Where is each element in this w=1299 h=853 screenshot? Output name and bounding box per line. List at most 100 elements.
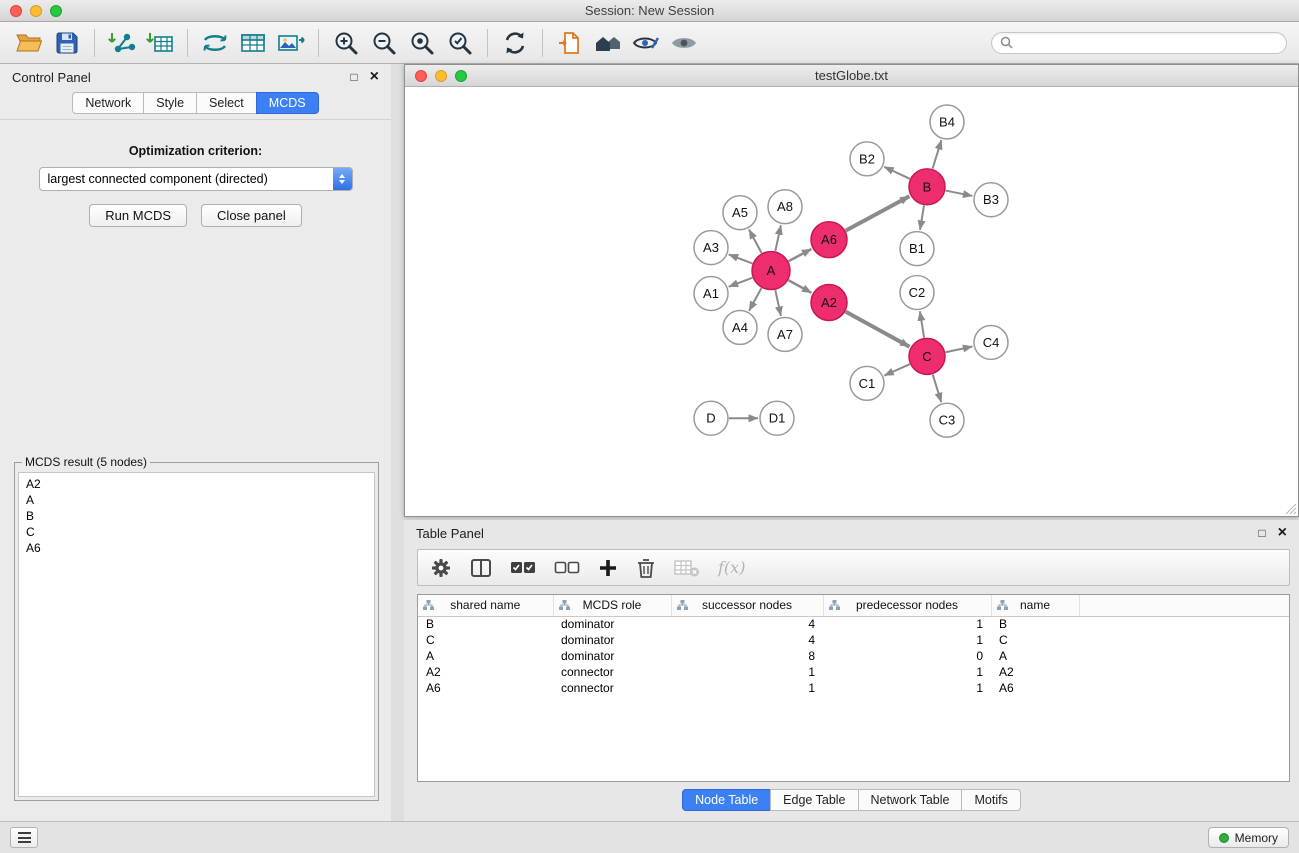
home-button[interactable] [589,26,627,60]
table-cell[interactable]: 4 [671,616,823,632]
run-mcds-button[interactable]: Run MCDS [89,204,187,227]
graph-node-B3[interactable]: B3 [974,183,1008,217]
mcds-result-list[interactable]: A2ABCA6 [18,472,375,797]
close-network-window-button[interactable] [415,70,427,82]
zoom-fit-button[interactable] [403,26,441,60]
table-row[interactable]: A6connector11A6 [418,680,1289,696]
graph-node-C3[interactable]: C3 [930,403,964,437]
show-details-button[interactable] [627,26,665,60]
search-field[interactable] [991,32,1287,54]
table-cell[interactable]: connector [553,664,671,680]
table-cell[interactable]: A2 [418,664,553,680]
search-input[interactable] [1018,36,1278,50]
graph-edge-A6-B[interactable] [846,196,910,230]
graph-node-A7[interactable]: A7 [768,317,802,351]
tab-node-table[interactable]: Node Table [682,789,771,811]
graph-node-C4[interactable]: C4 [974,325,1008,359]
graph-node-A5[interactable]: A5 [723,196,757,230]
tab-select[interactable]: Select [196,92,257,114]
column-header-successor-nodes[interactable]: successor nodes [671,595,823,616]
graph-edge-A-A3[interactable] [729,254,753,263]
open-session-button[interactable] [10,26,48,60]
table-cell[interactable]: A [991,648,1079,664]
zoom-selected-button[interactable] [441,26,479,60]
column-header-shared-name[interactable]: shared name [418,595,553,616]
tab-network[interactable]: Network [72,92,144,114]
delete-table-button[interactable] [674,558,700,578]
table-cell[interactable]: dominator [553,616,671,632]
graph-node-A6[interactable]: A6 [811,222,847,258]
minimize-window-button[interactable] [30,5,42,17]
table-row[interactable]: Adominator80A [418,648,1289,664]
table-cell[interactable]: 1 [823,664,991,680]
mcds-result-item[interactable]: C [19,524,374,540]
graph-node-A8[interactable]: A8 [768,190,802,224]
mcds-result-item[interactable]: A [19,492,374,508]
close-panel-icon[interactable]: × [370,69,379,85]
table-cell[interactable]: B [991,616,1079,632]
new-table-button[interactable] [234,26,272,60]
graph-edge-A2-C[interactable] [846,312,910,347]
table-row[interactable]: Bdominator41B [418,616,1289,632]
graph-edge-A-A1[interactable] [729,278,753,287]
new-network-button[interactable] [196,26,234,60]
table-row[interactable]: A2connector11A2 [418,664,1289,680]
graph-edge-B-B1[interactable] [920,206,924,230]
graph-node-B2[interactable]: B2 [850,142,884,176]
zoom-network-window-button[interactable] [455,70,467,82]
table-cell[interactable]: B [418,616,553,632]
mcds-result-item[interactable]: A2 [19,476,374,492]
column-header-mcds-role[interactable]: MCDS role [553,595,671,616]
zoom-window-button[interactable] [50,5,62,17]
graph-edge-B-B4[interactable] [933,140,942,169]
optimization-criterion-select[interactable]: largest connected component (directed) [39,167,353,191]
graph-node-B[interactable]: B [909,169,945,205]
deselect-all-button[interactable] [554,558,580,578]
hide-details-button[interactable] [665,26,703,60]
table-cell[interactable]: 1 [671,664,823,680]
table-cell[interactable]: dominator [553,632,671,648]
column-header-predecessor-nodes[interactable]: predecessor nodes [823,595,991,616]
zoom-in-button[interactable] [327,26,365,60]
show-columns-button[interactable] [470,558,492,578]
graph-node-A2[interactable]: A2 [811,285,847,321]
graph-node-A3[interactable]: A3 [694,231,728,265]
graph-edge-B-B2[interactable] [884,167,910,179]
export-image-button[interactable] [272,26,310,60]
graph-edge-A-A4[interactable] [749,288,761,311]
table-cell[interactable]: 1 [671,680,823,696]
table-cell[interactable]: 1 [823,616,991,632]
tab-edge-table[interactable]: Edge Table [770,789,858,811]
network-graph[interactable]: B4B2BB3A5A8A6B1A3AC2A1A2A4A7C4CC1C3DD1 [405,88,1298,516]
graph-node-B1[interactable]: B1 [900,232,934,266]
column-header-name[interactable]: name [991,595,1079,616]
table-row[interactable]: Cdominator41C [418,632,1289,648]
zoom-out-button[interactable] [365,26,403,60]
graph-node-A1[interactable]: A1 [694,277,728,311]
network-canvas[interactable]: B4B2BB3A5A8A6B1A3AC2A1A2A4A7C4CC1C3DD1 [405,88,1298,516]
float-panel-icon[interactable]: □ [350,71,357,83]
save-session-button[interactable] [48,26,86,60]
minimize-network-window-button[interactable] [435,70,447,82]
graph-node-C1[interactable]: C1 [850,366,884,400]
graph-node-B4[interactable]: B4 [930,105,964,139]
graph-edge-C-C3[interactable] [933,374,942,402]
graph-node-C2[interactable]: C2 [900,276,934,310]
graph-edge-C-C2[interactable] [920,311,924,337]
graph-node-A[interactable]: A [752,252,790,290]
float-table-panel-icon[interactable]: □ [1258,527,1265,539]
graph-edge-C-C1[interactable] [884,364,909,375]
tab-mcds[interactable]: MCDS [256,92,319,114]
table-cell[interactable]: 8 [671,648,823,664]
import-table-button[interactable] [141,26,179,60]
graph-node-C[interactable]: C [909,338,945,374]
table-cell[interactable]: 0 [823,648,991,664]
close-window-button[interactable] [10,5,22,17]
graph-edge-C-C4[interactable] [946,346,973,352]
memory-button[interactable]: Memory [1208,827,1289,848]
graph-edge-A-A5[interactable] [749,229,762,253]
close-table-panel-icon[interactable]: × [1278,525,1287,541]
delete-column-button[interactable] [636,557,656,579]
table-cell[interactable]: A2 [991,664,1079,680]
graph-edge-B-B3[interactable] [946,191,973,196]
